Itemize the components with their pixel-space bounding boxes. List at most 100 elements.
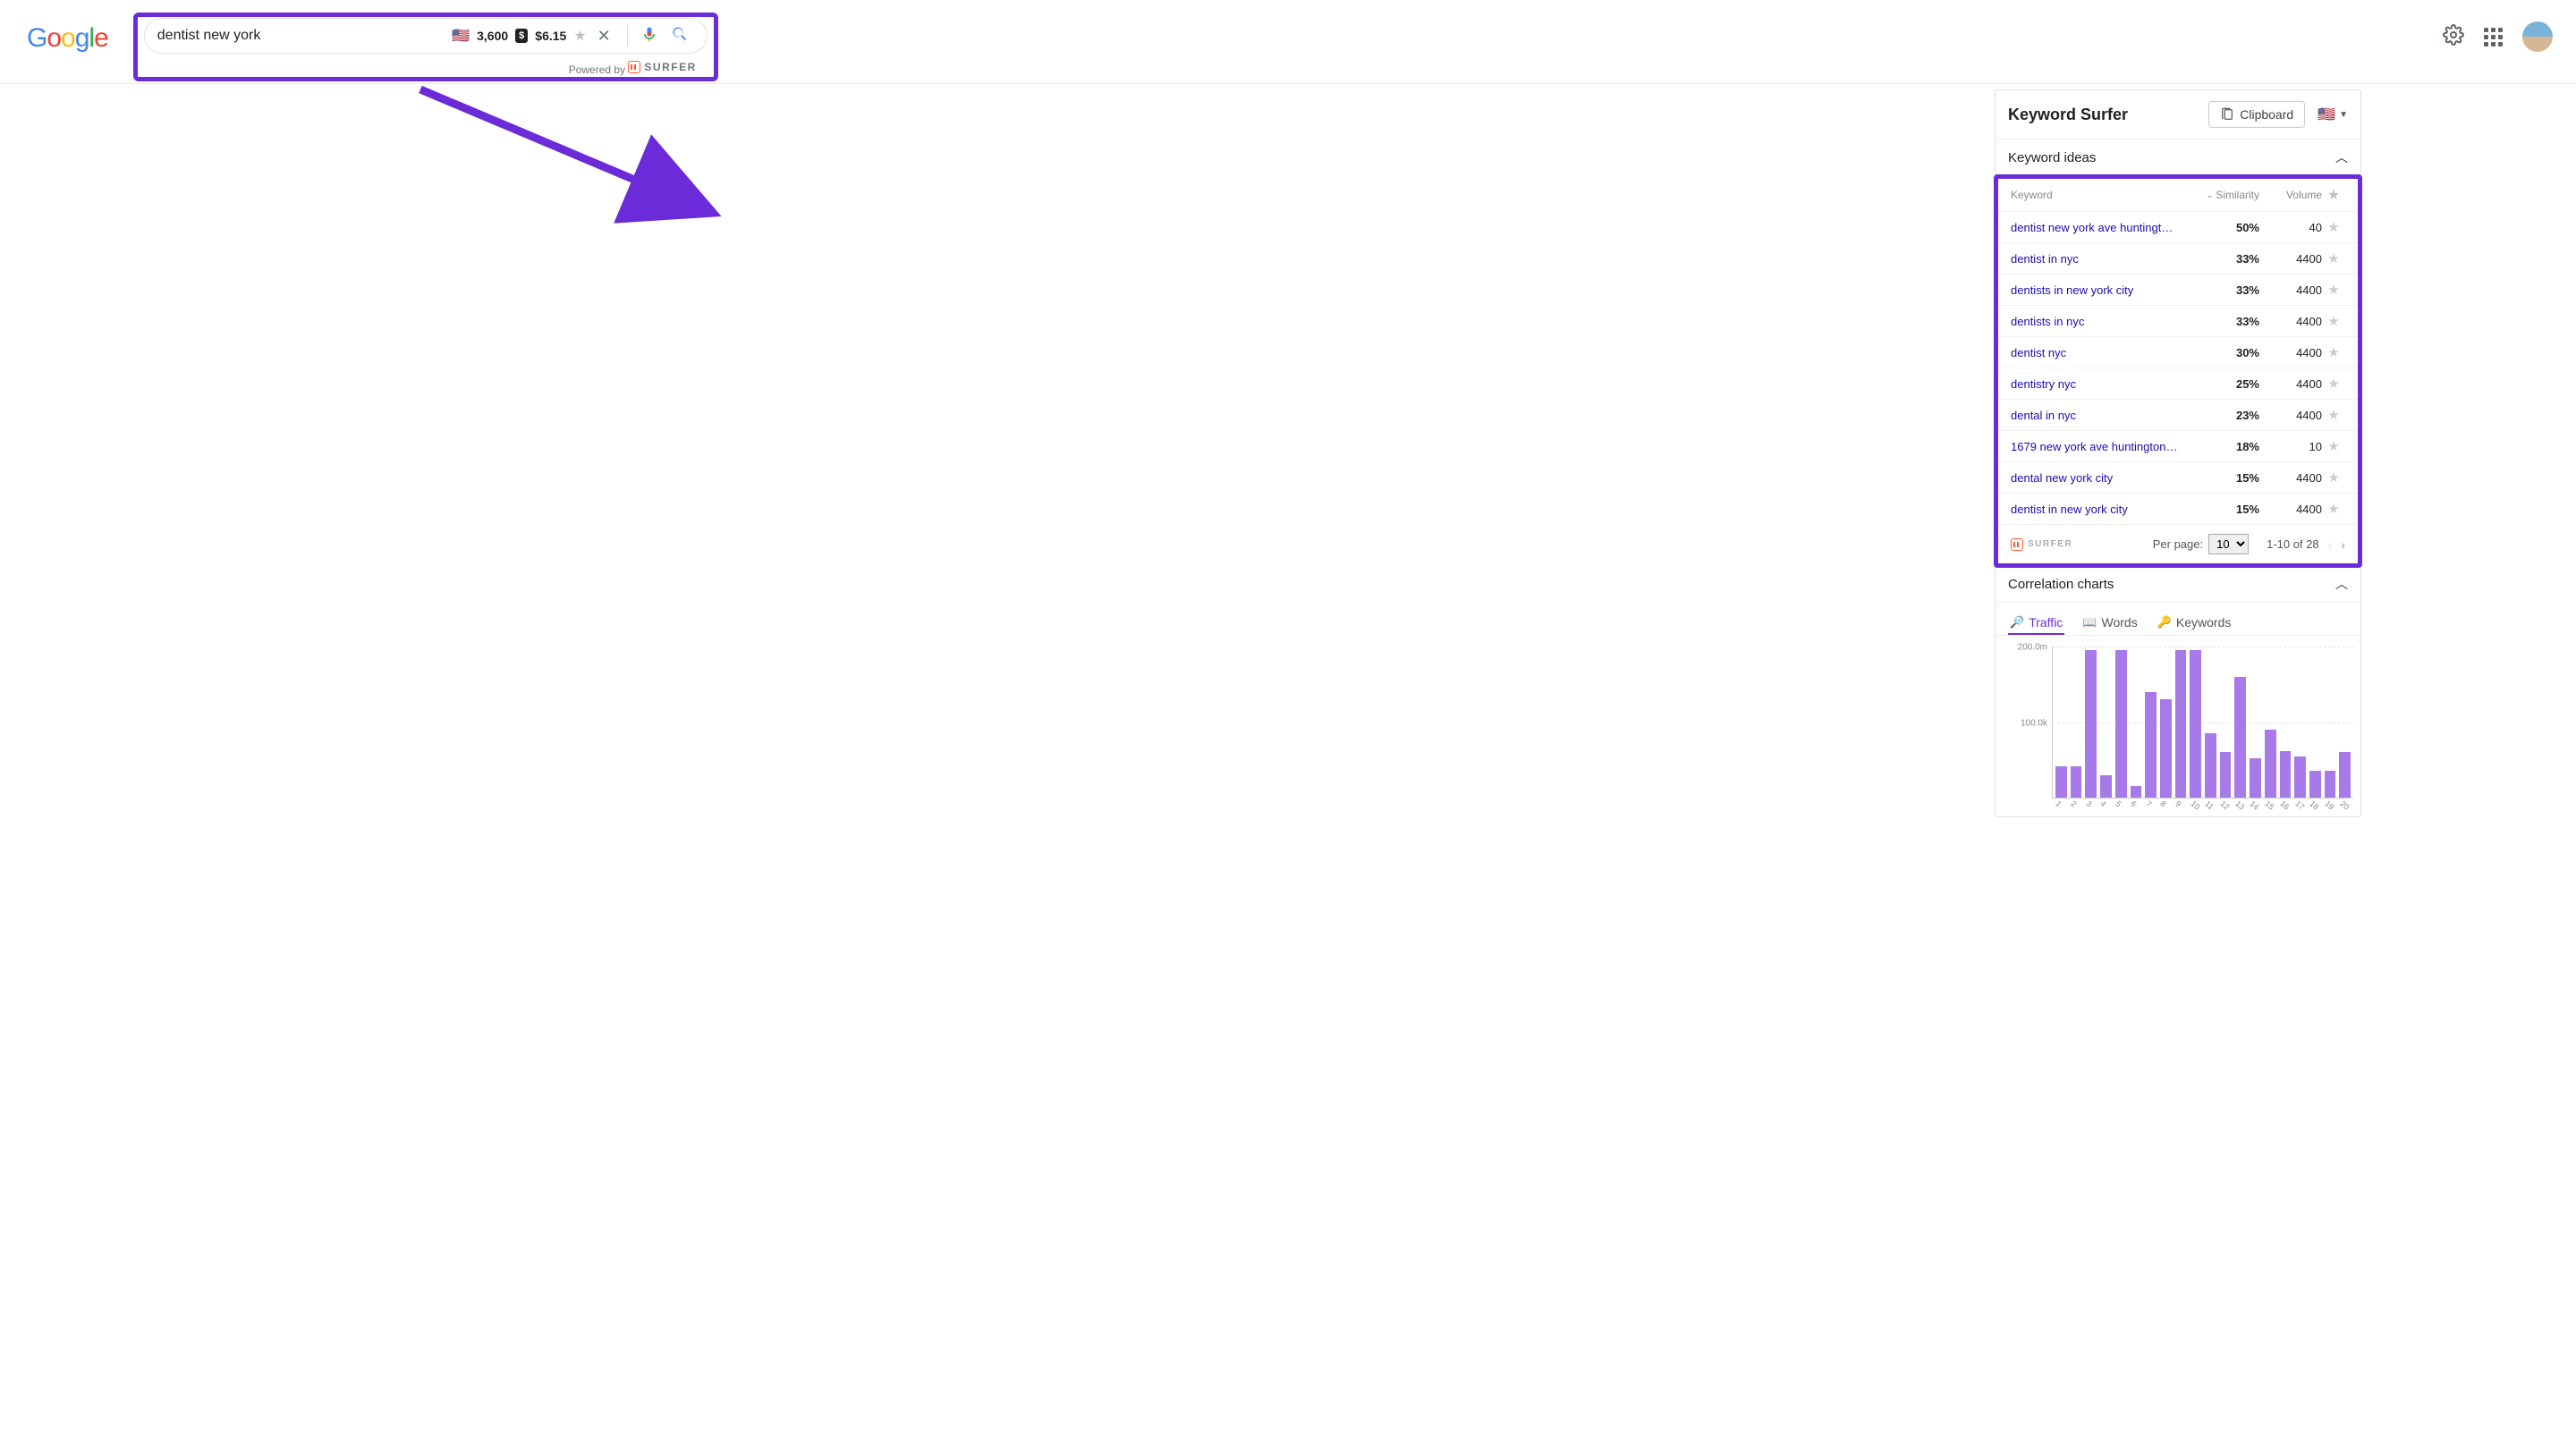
caret-down-icon: ▼ bbox=[2339, 110, 2348, 120]
x-tick: 15 bbox=[2263, 799, 2275, 812]
idea-similarity: 25% bbox=[2188, 377, 2259, 391]
idea-keyword[interactable]: dental in nyc bbox=[2011, 409, 2188, 422]
x-tick: 17 bbox=[2293, 799, 2306, 812]
idea-star-icon[interactable]: ★ bbox=[2322, 501, 2345, 517]
favorite-star-icon[interactable]: ★ bbox=[573, 27, 586, 45]
key-icon: 🔑 bbox=[2157, 615, 2172, 630]
idea-row: dentists in nyc33%4400★ bbox=[1998, 306, 2358, 337]
flag-us-icon: 🇺🇸 bbox=[452, 27, 470, 45]
google-header: Google 🇺🇸 3,600 $ $6.15 ★ ✕ Po bbox=[0, 0, 2576, 84]
idea-volume: 4400 bbox=[2259, 503, 2322, 516]
chart-bar: 14 bbox=[2250, 758, 2261, 798]
x-tick: 14 bbox=[2249, 799, 2261, 812]
idea-star-icon[interactable]: ★ bbox=[2322, 438, 2345, 454]
chart-bar: 3 bbox=[2085, 650, 2097, 798]
idea-star-icon[interactable]: ★ bbox=[2322, 219, 2345, 235]
col-keyword[interactable]: Keyword bbox=[2011, 189, 2188, 201]
keyword-ideas-toggle[interactable]: Keyword ideas ︿ bbox=[1996, 139, 2360, 176]
idea-row: dental in nyc23%4400★ bbox=[1998, 400, 2358, 431]
chart-bar: 12 bbox=[2220, 752, 2232, 798]
chevron-up-icon: ︿ bbox=[2335, 148, 2348, 166]
idea-star-icon[interactable]: ★ bbox=[2322, 344, 2345, 360]
chart-bar: 5 bbox=[2115, 650, 2127, 798]
idea-row: dentistry nyc25%4400★ bbox=[1998, 368, 2358, 400]
per-page-control: Per page: 10 bbox=[2153, 534, 2249, 554]
chart-area: 200.0m 100.0k 12345678910111213141516171… bbox=[1996, 636, 2360, 816]
arrow-annotation bbox=[411, 80, 733, 241]
chart-bar: 9 bbox=[2175, 650, 2187, 798]
tab-keywords[interactable]: 🔑Keywords bbox=[2156, 610, 2233, 635]
idea-keyword[interactable]: dentist new york ave huntington station bbox=[2011, 221, 2188, 234]
chart-bar: 7 bbox=[2145, 692, 2157, 798]
country-dropdown[interactable]: 🇺🇸 ▼ bbox=[2318, 106, 2348, 123]
x-tick: 6 bbox=[2129, 799, 2138, 809]
idea-star-icon[interactable]: ★ bbox=[2322, 407, 2345, 423]
per-page-label: Per page: bbox=[2153, 537, 2203, 551]
clipboard-button[interactable]: Clipboard bbox=[2208, 101, 2305, 128]
x-tick: 20 bbox=[2338, 799, 2351, 812]
per-page-select[interactable]: 10 bbox=[2208, 534, 2249, 554]
y-tick: 100.0k bbox=[2021, 718, 2053, 728]
x-tick: 13 bbox=[2233, 799, 2246, 812]
chart-bar: 1 bbox=[2055, 766, 2067, 798]
idea-keyword[interactable]: dentistry nyc bbox=[2011, 377, 2188, 391]
clear-search-icon[interactable]: ✕ bbox=[594, 27, 614, 46]
idea-keyword[interactable]: dentist in nyc bbox=[2011, 252, 2188, 266]
dollar-icon: $ bbox=[515, 29, 528, 43]
correlation-toggle[interactable]: Correlation charts ︿ bbox=[1996, 566, 2360, 603]
idea-keyword[interactable]: dentist in new york city bbox=[2011, 503, 2188, 516]
tab-words[interactable]: 📖Words bbox=[2080, 610, 2139, 635]
search-wrap: 🇺🇸 3,600 $ $6.15 ★ ✕ Powered by SURFER bbox=[144, 18, 708, 76]
idea-star-icon[interactable]: ★ bbox=[2322, 282, 2345, 298]
idea-star-icon[interactable]: ★ bbox=[2322, 469, 2345, 486]
search-submit-icon[interactable] bbox=[665, 25, 694, 47]
google-apps-icon[interactable] bbox=[2484, 28, 2503, 46]
chart-bar: 13 bbox=[2234, 677, 2246, 798]
col-star[interactable]: ★ bbox=[2322, 186, 2345, 204]
idea-volume: 10 bbox=[2259, 440, 2322, 453]
pager-next-icon[interactable]: › bbox=[2341, 537, 2345, 552]
idea-star-icon[interactable]: ★ bbox=[2322, 376, 2345, 392]
chart-bar: 8 bbox=[2160, 699, 2172, 798]
search-input[interactable] bbox=[157, 28, 452, 44]
idea-similarity: 15% bbox=[2188, 503, 2259, 516]
idea-keyword[interactable]: dentists in nyc bbox=[2011, 315, 2188, 328]
idea-volume: 4400 bbox=[2259, 346, 2322, 359]
x-tick: 4 bbox=[2099, 799, 2108, 809]
magnifier-icon: 🔎 bbox=[2010, 615, 2024, 630]
traffic-bar-chart: 200.0m 100.0k 12345678910111213141516171… bbox=[2052, 646, 2353, 799]
chart-bar: 2 bbox=[2071, 766, 2082, 798]
chart-bar: 10 bbox=[2190, 650, 2201, 798]
idea-row: dentist nyc30%4400★ bbox=[1998, 337, 2358, 368]
pager-prev-icon[interactable]: ‹ bbox=[2328, 537, 2333, 552]
powered-by: Powered by SURFER bbox=[144, 61, 708, 76]
chart-bar: 19 bbox=[2325, 771, 2336, 798]
idea-volume: 40 bbox=[2259, 221, 2322, 234]
idea-keyword[interactable]: dentist nyc bbox=[2011, 346, 2188, 359]
x-tick: 11 bbox=[2204, 799, 2216, 812]
ideas-highlight-annotation: Keyword ⌄Similarity Volume ★ dentist new… bbox=[1994, 174, 2362, 568]
chart-bar: 20 bbox=[2339, 752, 2351, 798]
idea-keyword[interactable]: dental new york city bbox=[2011, 471, 2188, 485]
ideas-table-head: Keyword ⌄Similarity Volume ★ bbox=[1998, 179, 2358, 212]
col-similarity[interactable]: ⌄Similarity bbox=[2188, 189, 2259, 201]
x-tick: 12 bbox=[2218, 799, 2231, 812]
google-logo[interactable]: Google bbox=[27, 23, 108, 54]
col-volume[interactable]: Volume bbox=[2259, 189, 2322, 201]
y-tick: 200.0m bbox=[2018, 643, 2053, 653]
pager-range: 1-10 of 28 bbox=[2267, 537, 2319, 551]
idea-keyword[interactable]: dentists in new york city bbox=[2011, 283, 2188, 297]
settings-gear-icon[interactable] bbox=[2443, 24, 2464, 50]
surfer-logo-icon bbox=[628, 61, 640, 73]
idea-star-icon[interactable]: ★ bbox=[2322, 250, 2345, 266]
tab-traffic[interactable]: 🔎Traffic bbox=[2008, 610, 2064, 635]
chart-bar: 18 bbox=[2309, 771, 2321, 798]
ideas-table-body: dentist new york ave huntington station5… bbox=[1998, 212, 2358, 525]
idea-keyword[interactable]: 1679 new york ave huntington station ny … bbox=[2011, 440, 2188, 453]
idea-row: dentists in new york city33%4400★ bbox=[1998, 275, 2358, 306]
idea-star-icon[interactable]: ★ bbox=[2322, 313, 2345, 329]
keyword-surfer-panel: Keyword Surfer Clipboard 🇺🇸 ▼ Keyword id… bbox=[1995, 89, 2361, 817]
account-avatar[interactable] bbox=[2522, 21, 2553, 52]
voice-search-icon[interactable] bbox=[640, 26, 658, 46]
x-tick: 10 bbox=[2189, 799, 2201, 812]
